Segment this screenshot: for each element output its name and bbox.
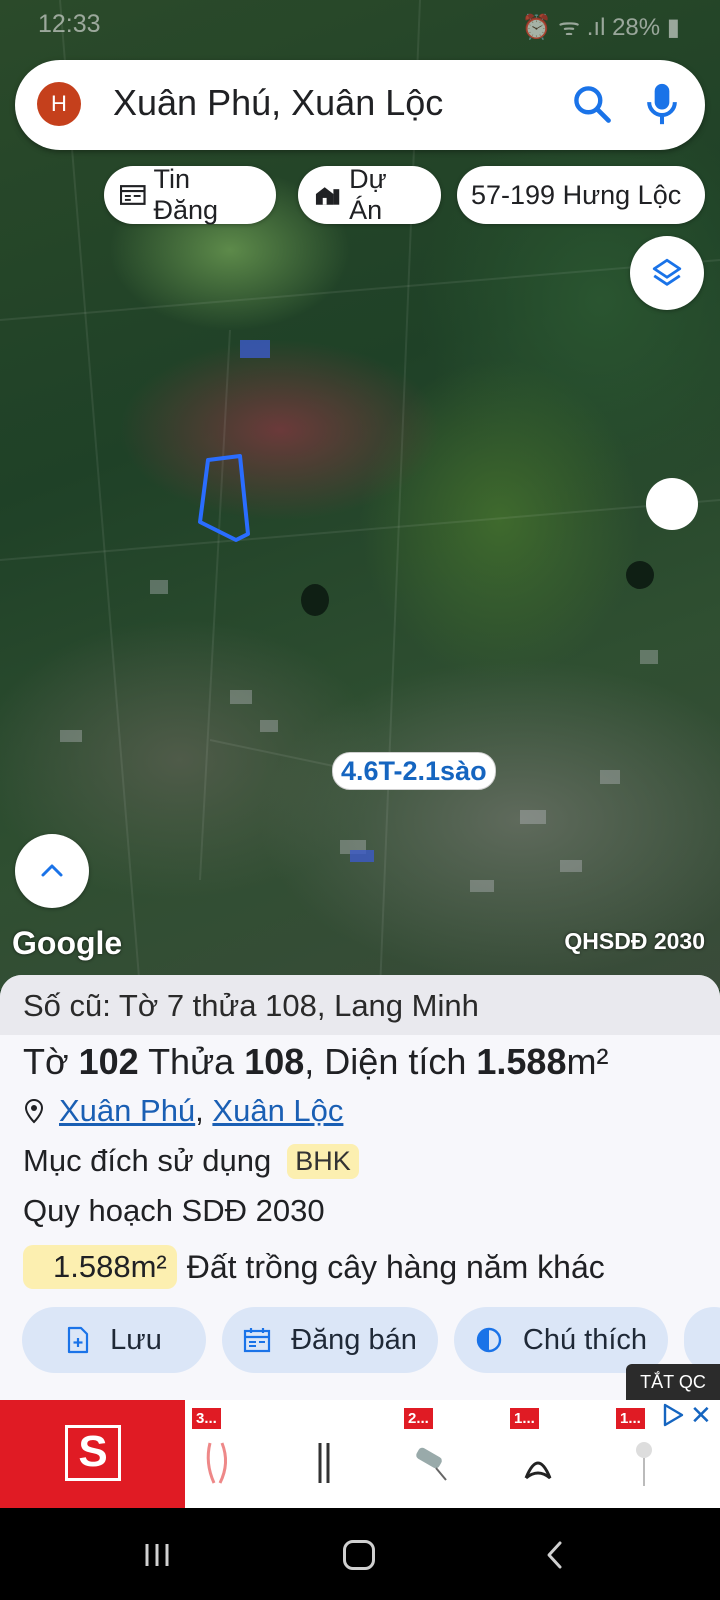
purpose-row: Mục đích sử dụng BHK (23, 1143, 359, 1179)
recent-apps-icon[interactable] (142, 1542, 172, 1568)
thua-value: 108 (244, 1041, 305, 1082)
status-bar: 12:33 ⏰ ᯤ .ıl 28% ▮ (0, 0, 720, 50)
cable-icon (524, 1461, 552, 1480)
ad-logo-letter: S (65, 1425, 121, 1481)
plan-area-badge: 1.588m² (23, 1245, 177, 1289)
ad-close-icon[interactable]: ✕ (690, 1400, 712, 1431)
plan-label: Quy hoạch SDĐ 2030 (23, 1193, 325, 1228)
plan-area-row: 1.588m² Đất trồng cây hàng năm khác (23, 1245, 605, 1289)
usb-hub-icon (416, 1447, 447, 1481)
to-value: 102 (78, 1041, 139, 1082)
search-bar[interactable]: H Xuân Phú, Xuân Lộc (15, 60, 705, 150)
price-label[interactable]: 4.6T-2.1sào (332, 752, 496, 790)
ad-product-2[interactable] (296, 1408, 356, 1498)
area-value: 1.588 (476, 1041, 567, 1082)
avatar[interactable]: H (37, 82, 81, 126)
layers-button[interactable] (630, 236, 704, 310)
parcel-outline[interactable] (190, 448, 260, 548)
listing-icon (120, 185, 146, 205)
district-link[interactable]: Xuân Lộc (212, 1093, 343, 1129)
parcel-title: Tờ 102 Thửa 108, Diện tích 1.588m² (23, 1041, 608, 1083)
layers-icon (652, 258, 682, 286)
area-label: , Diện tích (304, 1041, 467, 1082)
mic-icon[interactable] (640, 80, 684, 128)
chip-label: 57-199 Hưng Lộc (471, 179, 682, 210)
satellite-map[interactable]: 12:33 ⏰ ᯤ .ıl 28% ▮ H Xuân Phú, Xuân Lộc… (0, 0, 720, 990)
location-pin-icon (24, 1098, 44, 1124)
area-unit: m² (566, 1041, 609, 1082)
location-row: Xuân Phú, Xuân Lộc (23, 1093, 343, 1129)
layer-label: QHSDĐ 2030 (564, 928, 705, 954)
search-input[interactable]: Xuân Phú, Xuân Lộc (113, 82, 443, 124)
pen-icon (636, 1442, 652, 1486)
chip-label: Dự Án (349, 164, 387, 225)
expand-button[interactable] (15, 834, 89, 908)
status-time: 12:33 (38, 10, 101, 38)
map-handle[interactable] (646, 478, 698, 530)
chip-du-an[interactable]: Dự Án (298, 164, 441, 225)
close-ad-button[interactable]: TẮT QC (626, 1364, 720, 1400)
ad-product-rank: 2... (404, 1408, 433, 1429)
ad-product-rank: 3... (192, 1408, 221, 1429)
ad-product-rank: 1... (510, 1408, 539, 1429)
chip-label: Tin Đăng (153, 164, 219, 225)
ad-banner[interactable]: S 3... 2... 1... 1... ✕ (0, 1400, 720, 1508)
thua-label: Thửa (148, 1041, 235, 1082)
legend-label: Chú thích (522, 1323, 648, 1356)
purpose-badge: BHK (287, 1143, 359, 1179)
purpose-label: Mục đích sử dụng (23, 1143, 272, 1178)
search-icon[interactable] (570, 82, 614, 126)
home-icon[interactable] (343, 1540, 375, 1570)
comma-separator: , (195, 1093, 213, 1128)
old-parcel-info: Số cũ: Tờ 7 thửa 108, Lang Minh (0, 975, 720, 1035)
save-icon (68, 1326, 89, 1354)
commune-link[interactable]: Xuân Phú (59, 1093, 195, 1129)
cable-icon (318, 1443, 330, 1483)
save-button[interactable]: Lưu (22, 1307, 206, 1373)
old-parcel-text: Số cũ: Tờ 7 thửa 108, Lang Minh (23, 988, 479, 1023)
project-icon (315, 187, 340, 205)
post-sale-label: Đăng bán (291, 1323, 417, 1356)
adchoices-icon[interactable] (660, 1402, 686, 1428)
post-sale-button[interactable]: Đăng bán (222, 1307, 438, 1373)
plan-description: Đất trồng cây hàng năm khác (186, 1248, 605, 1285)
chip-location[interactable]: 57-199 Hưng Lộc (457, 166, 705, 224)
ad-product-rank: 1... (616, 1408, 645, 1429)
post-sale-icon (244, 1328, 271, 1353)
chevron-up-icon (41, 864, 63, 877)
save-label: Lưu (110, 1323, 162, 1356)
cable-icon (206, 1442, 227, 1484)
legend-icon (476, 1327, 502, 1353)
ad-logo[interactable]: S (0, 1400, 185, 1508)
status-icons: ⏰ ᯤ .ıl 28% ▮ (521, 14, 680, 41)
google-logo: Google (12, 925, 123, 961)
ad-product-3[interactable]: 2... (404, 1408, 464, 1498)
back-icon[interactable] (545, 1540, 565, 1570)
chip-tin-dang[interactable]: Tin Đăng (104, 164, 276, 225)
ad-product-4[interactable]: 1... (510, 1408, 570, 1498)
navigation-bar (0, 1508, 720, 1600)
parcel-info-sheet: Số cũ: Tờ 7 thửa 108, Lang Minh Tờ 102 T… (0, 975, 720, 1400)
ad-product-1[interactable]: 3... (192, 1408, 252, 1498)
to-label: Tờ (23, 1041, 69, 1082)
